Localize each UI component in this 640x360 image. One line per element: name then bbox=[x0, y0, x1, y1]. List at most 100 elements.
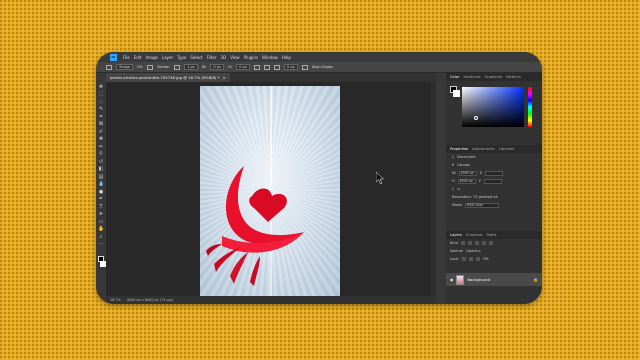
document-canvas[interactable] bbox=[200, 86, 340, 296]
path-select-icon[interactable]: ➤ bbox=[98, 211, 104, 217]
document-icon: ▯ bbox=[452, 155, 454, 159]
layer-kind-select[interactable]: Kind bbox=[450, 241, 458, 245]
canvas-area[interactable] bbox=[106, 82, 436, 296]
blend-row: Normal Opacity: bbox=[446, 247, 542, 255]
landscape-orientation-icon[interactable]: ▭ bbox=[457, 187, 460, 191]
panel-background-swatch[interactable] bbox=[453, 90, 460, 97]
menu-select[interactable]: Select bbox=[190, 55, 202, 60]
canvas-x-field[interactable] bbox=[485, 170, 504, 176]
tab-swatches[interactable]: Swatches bbox=[463, 75, 480, 79]
photoshop-window: Ps File Edit Image Layer Type Select Fil… bbox=[96, 52, 542, 304]
path-align-icon[interactable] bbox=[263, 64, 270, 70]
blur-tool-icon[interactable]: 💧 bbox=[98, 181, 104, 187]
menu-view[interactable]: View bbox=[230, 55, 240, 60]
healing-brush-icon[interactable]: ✚ bbox=[98, 137, 104, 143]
height-field[interactable]: 0 px bbox=[236, 64, 250, 70]
lock-all-icon[interactable] bbox=[476, 257, 481, 261]
filter-type-icon[interactable] bbox=[474, 241, 479, 245]
orientation-row: ▯ ▭ bbox=[446, 185, 542, 193]
tab-properties[interactable]: Properties bbox=[450, 147, 468, 151]
tab-adjustments[interactable]: Adjustments bbox=[472, 147, 495, 151]
document-tab[interactable]: pexels-kristina-paukshtite-704748.jpg @ … bbox=[106, 73, 230, 82]
canvas-y-field[interactable] bbox=[483, 178, 502, 184]
tab-channels[interactable]: Channels bbox=[466, 233, 483, 237]
align-edges-checkbox[interactable] bbox=[301, 64, 308, 70]
shape-mode-select[interactable]: Shape bbox=[116, 64, 134, 70]
gradient-tool-icon[interactable]: ▤ bbox=[98, 174, 104, 180]
width-label: W: bbox=[201, 65, 207, 69]
more-tools-icon[interactable]: ⋯ bbox=[98, 241, 104, 247]
tab-libraries[interactable]: Libraries bbox=[499, 147, 515, 151]
filter-shape-icon[interactable] bbox=[481, 241, 486, 245]
color-spectrum-field[interactable] bbox=[462, 87, 524, 127]
gear-icon[interactable] bbox=[273, 64, 280, 70]
menu-type[interactable]: Type bbox=[177, 55, 186, 60]
stroke-width-field[interactable]: 1 px bbox=[183, 64, 198, 70]
zoom-level[interactable]: 16.7% bbox=[110, 298, 121, 302]
red-shapes-image bbox=[206, 166, 304, 286]
filter-smart-icon[interactable] bbox=[488, 241, 493, 245]
tab-gradients[interactable]: Gradients bbox=[485, 75, 503, 79]
marquee-tool-icon[interactable]: ⬚ bbox=[98, 92, 104, 98]
stroke-swatch[interactable] bbox=[173, 64, 180, 70]
canvas-y-label: Y bbox=[478, 179, 481, 183]
lasso-tool-icon[interactable]: ◌ bbox=[98, 99, 104, 105]
chevron-down-icon[interactable]: ▾ bbox=[452, 163, 454, 167]
tab-color[interactable]: Color bbox=[450, 75, 459, 79]
clone-stamp-icon[interactable]: ⚲ bbox=[98, 152, 104, 158]
menu-image[interactable]: Image bbox=[145, 55, 158, 60]
menu-bar: Ps File Edit Image Layer Type Select Fil… bbox=[96, 52, 542, 62]
close-icon[interactable]: × bbox=[222, 75, 225, 80]
hand-tool-icon[interactable]: ✋ bbox=[98, 226, 104, 232]
arrow-cursor-icon bbox=[376, 172, 384, 184]
tab-layers[interactable]: Layers bbox=[450, 233, 462, 237]
brush-tool-icon[interactable]: ✏ bbox=[98, 144, 104, 150]
layer-row-background[interactable]: ◉ Background 🔒 bbox=[446, 273, 542, 286]
mode-select[interactable]: RGB Color bbox=[464, 202, 499, 208]
resolution-row: Resolution: 72 pixels/inch bbox=[446, 193, 542, 201]
eye-icon[interactable]: ◉ bbox=[450, 277, 453, 282]
portrait-orientation-icon[interactable]: ▯ bbox=[452, 187, 454, 191]
menu-file[interactable]: File bbox=[123, 55, 130, 60]
shape-tool-icon[interactable] bbox=[106, 64, 112, 70]
type-tool-icon[interactable]: T bbox=[98, 204, 104, 210]
menu-plugins[interactable]: Plugins bbox=[244, 55, 258, 60]
eraser-tool-icon[interactable]: ◧ bbox=[98, 167, 104, 173]
mode-label: Mode bbox=[452, 203, 462, 207]
rectangle-tool-icon[interactable]: ▭ bbox=[98, 219, 104, 225]
fill-swatch[interactable] bbox=[147, 64, 154, 70]
canvas-width-field[interactable]: 4000 px bbox=[458, 170, 477, 176]
menu-help[interactable]: Help bbox=[282, 55, 291, 60]
hue-slider[interactable] bbox=[528, 87, 532, 127]
tab-paths[interactable]: Paths bbox=[487, 233, 497, 237]
blend-mode-select[interactable]: Normal bbox=[450, 249, 463, 253]
frame-tool-icon[interactable]: ⊠ bbox=[98, 122, 104, 128]
color-picker-ring[interactable] bbox=[474, 116, 478, 120]
canvas-width-label: W bbox=[452, 171, 456, 175]
move-tool-icon[interactable]: ✥ bbox=[98, 84, 104, 90]
lock-position-icon[interactable] bbox=[469, 257, 474, 261]
pen-tool-icon[interactable]: ✒ bbox=[98, 196, 104, 202]
history-brush-icon[interactable]: ↺ bbox=[98, 159, 104, 165]
corner-radius-field[interactable]: 0 px bbox=[283, 64, 298, 70]
canvas-height-field[interactable]: 6000 px bbox=[457, 178, 476, 184]
tab-patterns[interactable]: Patterns bbox=[506, 75, 521, 79]
crop-tool-icon[interactable]: ⌗ bbox=[98, 114, 104, 120]
lock-pixels-icon[interactable] bbox=[462, 257, 467, 261]
filter-adjustment-icon[interactable] bbox=[467, 241, 472, 245]
menu-edit[interactable]: Edit bbox=[134, 55, 142, 60]
menu-filter[interactable]: Filter bbox=[207, 55, 217, 60]
path-ops-icon[interactable] bbox=[253, 64, 260, 70]
filter-pixel-icon[interactable] bbox=[460, 241, 465, 245]
photoshop-logo-icon: Ps bbox=[110, 53, 117, 61]
menu-window[interactable]: Window bbox=[262, 55, 278, 60]
properties-panel-tabs: Properties Adjustments Libraries bbox=[446, 145, 542, 153]
eyedropper-tool-icon[interactable]: ✐ bbox=[98, 129, 104, 135]
quick-select-tool-icon[interactable]: ✎ bbox=[98, 107, 104, 113]
menu-3d[interactable]: 3D bbox=[221, 55, 227, 60]
dodge-tool-icon[interactable]: ● bbox=[98, 189, 104, 195]
width-field[interactable]: 0 px bbox=[210, 64, 225, 70]
menu-layer[interactable]: Layer bbox=[162, 55, 173, 60]
lock-icon[interactable]: 🔒 bbox=[533, 277, 538, 282]
zoom-tool-icon[interactable]: ⌕ bbox=[98, 234, 104, 240]
